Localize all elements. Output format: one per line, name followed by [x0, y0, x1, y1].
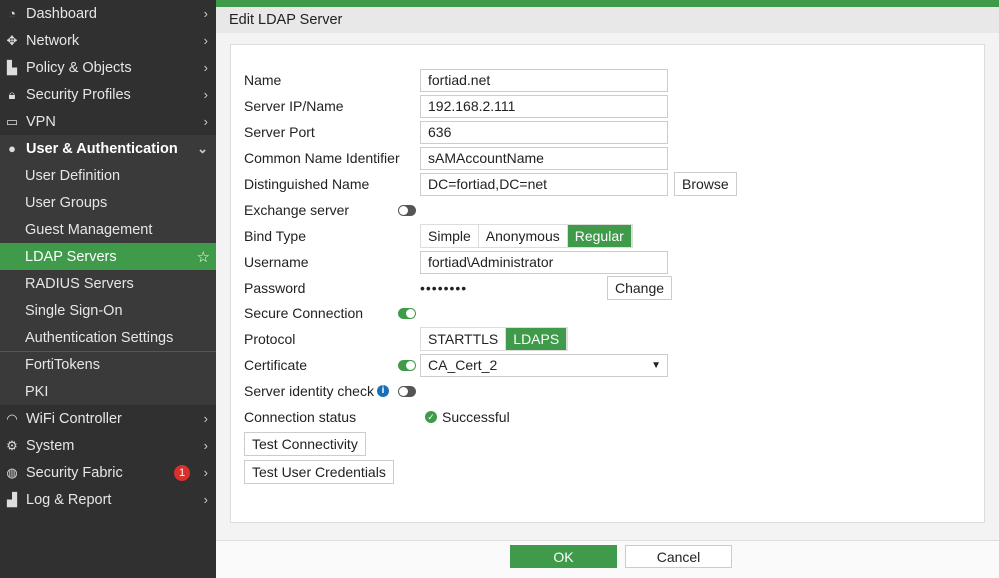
server-input[interactable]: 192.168.2.111 [420, 94, 668, 118]
nav-network[interactable]: ✥ Network › [0, 27, 216, 54]
bind-type-selector: Simple Anonymous Regular [420, 224, 633, 248]
test-user-credentials-button[interactable]: Test User Credentials [244, 460, 394, 484]
nav-ldap-servers[interactable]: LDAP Servers ☆ [0, 243, 216, 270]
nav-single-sign-on[interactable]: Single Sign-On [0, 297, 216, 324]
notification-badge: 1 [174, 464, 190, 481]
cancel-button[interactable]: Cancel [625, 545, 732, 568]
dn-input[interactable]: DC=fortiad,DC=net [420, 172, 668, 196]
server-label: Server IP/Name [244, 98, 344, 114]
bind-simple[interactable]: Simple [421, 225, 479, 247]
chevron-right-icon: › [203, 438, 208, 453]
nav-user-auth[interactable]: ● User & Authentication ⌄ [0, 135, 216, 162]
nav-log-report[interactable]: ▟ Log & Report › [0, 486, 216, 513]
chevron-down-icon: ⌄ [197, 140, 208, 156]
nav-pki[interactable]: PKI [0, 378, 216, 405]
identity-check-toggle[interactable] [398, 385, 416, 397]
password-value: •••••••• [420, 280, 468, 296]
lock-icon: 🔒︎ [8, 86, 16, 102]
chevron-right-icon: › [203, 465, 208, 480]
fabric-icon: ◍ [6, 464, 18, 480]
chevron-right-icon: › [203, 114, 208, 129]
page-title: Edit LDAP Server [216, 7, 999, 33]
name-label: Name [244, 72, 282, 88]
browse-button[interactable]: Browse [674, 172, 737, 196]
info-icon[interactable]: i [377, 385, 389, 397]
bind-anonymous[interactable]: Anonymous [479, 225, 568, 247]
chevron-right-icon: › [203, 33, 208, 48]
username-input[interactable]: fortiad\Administrator [420, 250, 668, 274]
bind-regular[interactable]: Regular [567, 225, 632, 247]
user-icon: ● [8, 141, 16, 156]
network-icon: ✥ [6, 32, 18, 48]
certificate-select[interactable]: CA_Cert_2 ▼ [420, 353, 668, 377]
secure-label: Secure Connection [244, 305, 364, 321]
nav-auth-settings[interactable]: Authentication Settings [0, 324, 216, 351]
wifi-icon: ◠ [6, 410, 18, 426]
nav-radius-servers[interactable]: RADIUS Servers [0, 270, 216, 297]
protocol-starttls[interactable]: STARTTLS [421, 328, 507, 350]
name-input[interactable]: fortiad.net [420, 68, 668, 92]
port-label: Server Port [244, 124, 315, 140]
check-circle-icon: ✓ [425, 411, 437, 423]
exchange-toggle[interactable] [398, 204, 416, 216]
protocol-selector: STARTTLS LDAPS [420, 327, 569, 351]
secure-connection-toggle[interactable] [398, 307, 416, 319]
password-label: Password [244, 280, 306, 296]
username-label: Username [244, 254, 309, 270]
star-icon[interactable]: ☆ [197, 248, 210, 266]
nav-security-profiles[interactable]: 🔒︎ Security Profiles › [0, 81, 216, 108]
cn-input[interactable]: sAMAccountName [420, 146, 668, 170]
certificate-toggle[interactable] [398, 359, 416, 371]
identity-label: Server identity check [244, 383, 374, 399]
port-input[interactable]: 636 [420, 120, 668, 144]
dropdown-arrow-icon: ▼ [651, 359, 661, 371]
chart-icon: ▟ [7, 491, 17, 507]
ok-button[interactable]: OK [510, 545, 617, 568]
top-accent-bar [216, 0, 999, 7]
test-connectivity-button[interactable]: Test Connectivity [244, 432, 366, 456]
ldap-form: Name fortiad.net Server IP/Name 192.168.2.… [230, 44, 985, 523]
status-value: Successful [442, 409, 510, 425]
status-label: Connection status [244, 409, 357, 425]
chevron-right-icon: › [203, 87, 208, 102]
nav-security-fabric[interactable]: ◍ Security Fabric 1 › [0, 459, 216, 486]
chevron-right-icon: › [203, 411, 208, 426]
dn-label: Distinguished Name [244, 176, 370, 192]
chevron-right-icon: › [203, 6, 208, 21]
nav-policy[interactable]: ▙ Policy & Objects › [0, 54, 216, 81]
nav-user-groups[interactable]: User Groups [0, 189, 216, 216]
cn-label: Common Name Identifier [244, 150, 400, 166]
chevron-right-icon: › [203, 492, 208, 507]
footer: OK Cancel [216, 540, 999, 578]
nav-fortitokens[interactable]: FortiTokens [0, 351, 216, 378]
certificate-label: Certificate [244, 357, 308, 373]
gear-icon: ⚙ [6, 437, 18, 453]
bind-label: Bind Type [244, 228, 307, 244]
nav-system[interactable]: ⚙ System › [0, 432, 216, 459]
nav-guest-management[interactable]: Guest Management [0, 216, 216, 243]
dashboard-icon: ◔ [8, 6, 16, 21]
laptop-icon: ▭ [5, 113, 19, 129]
change-password-button[interactable]: Change [607, 276, 673, 300]
nav-wifi[interactable]: ◠ WiFi Controller › [0, 405, 216, 432]
policy-icon: ▙ [7, 59, 17, 75]
nav-vpn[interactable]: ▭ VPN › [0, 108, 216, 135]
protocol-label: Protocol [244, 331, 296, 347]
sidebar: ◔ Dashboard › ✥ Network › ▙ Policy & Objects ›… [0, 0, 216, 578]
protocol-ldaps[interactable]: LDAPS [506, 328, 568, 350]
chevron-right-icon: › [203, 60, 208, 75]
nav-dashboard[interactable]: ◔ Dashboard › [0, 0, 216, 27]
exchange-label: Exchange server [244, 202, 350, 218]
nav-user-definition[interactable]: User Definition [0, 162, 216, 189]
